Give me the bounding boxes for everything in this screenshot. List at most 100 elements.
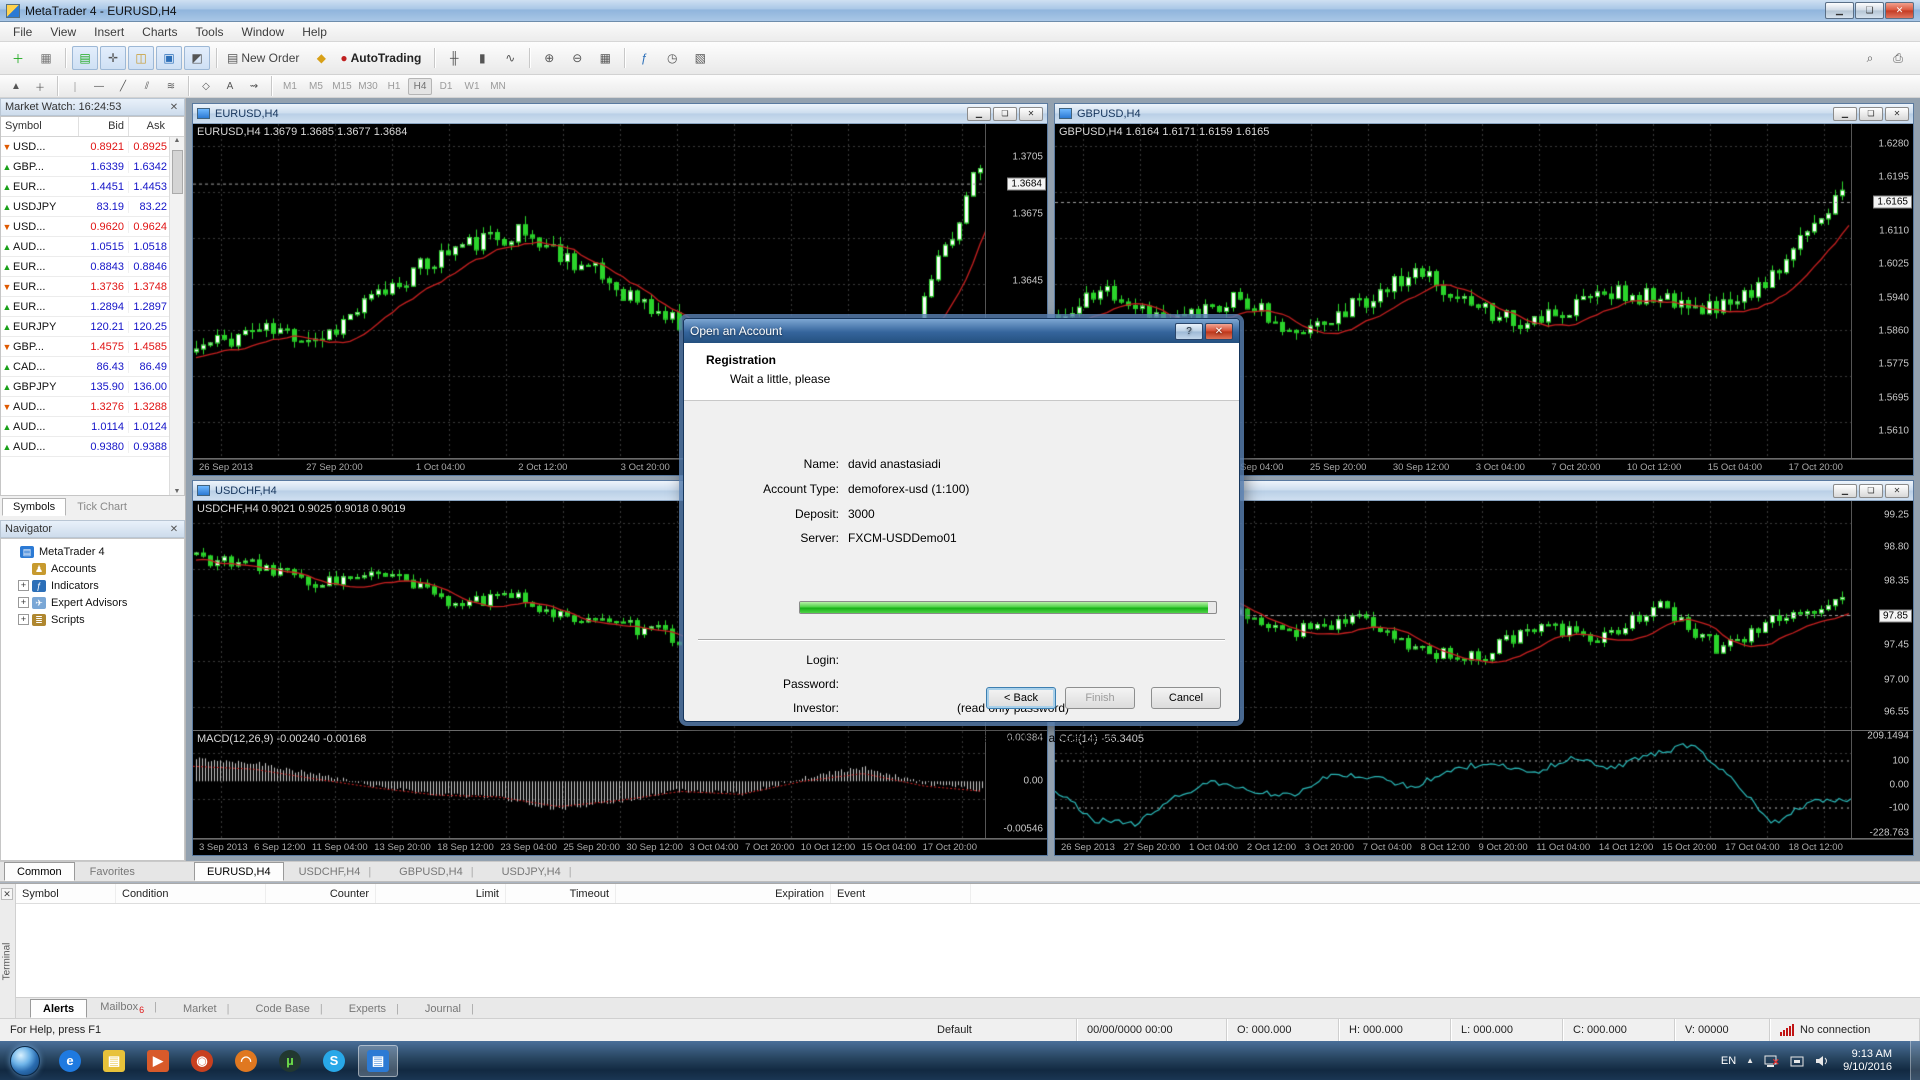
alerts-table-body[interactable] bbox=[16, 904, 1920, 997]
shapes-button[interactable]: ◇ bbox=[195, 77, 217, 95]
market-watch-close-icon[interactable]: ✕ bbox=[168, 102, 180, 113]
navigator-toggle-button[interactable]: ◫ bbox=[128, 46, 154, 70]
line-chart-mode-button[interactable]: ∿ bbox=[497, 46, 523, 70]
trendline-button[interactable]: ╱ bbox=[112, 77, 134, 95]
status-profile[interactable]: Default bbox=[927, 1019, 1077, 1041]
data-window-toggle-button[interactable]: ✛ bbox=[100, 46, 126, 70]
menu-item-file[interactable]: File bbox=[4, 23, 41, 41]
market-watch-row[interactable]: ▲EUR...0.88430.8846 bbox=[1, 257, 169, 277]
market-watch-row[interactable]: ▲AUD...0.93800.9388 bbox=[1, 437, 169, 457]
taskbar-icon-skype[interactable]: S bbox=[314, 1045, 354, 1077]
market-watch-tab-symbols[interactable]: Symbols bbox=[2, 498, 66, 516]
taskbar-icon-media-app[interactable]: ▶ bbox=[138, 1045, 178, 1077]
chart-close-button[interactable]: ✕ bbox=[1019, 107, 1043, 121]
chart-restore-button[interactable]: ❏ bbox=[1859, 484, 1883, 498]
column-symbol[interactable]: Symbol bbox=[1, 117, 79, 136]
market-watch-row[interactable]: ▲EURJPY120.21120.25 bbox=[1, 317, 169, 337]
terminal-toggle-button[interactable]: ▣ bbox=[156, 46, 182, 70]
autotrading-button[interactable]: ●AutoTrading bbox=[336, 46, 428, 70]
new-chart-button[interactable]: ＋ bbox=[5, 46, 31, 70]
navigator-item-scripts[interactable]: +≣Scripts bbox=[3, 611, 182, 628]
indicators-list-button[interactable]: ƒ bbox=[631, 46, 657, 70]
vertical-line-button[interactable]: ｜ bbox=[64, 77, 86, 95]
navigator-item-accounts[interactable]: ♟Accounts bbox=[3, 560, 182, 577]
zoom-out-button[interactable]: ⊖ bbox=[564, 46, 590, 70]
text-label-button[interactable]: A bbox=[219, 77, 241, 95]
menu-item-help[interactable]: Help bbox=[293, 23, 336, 41]
dialog-help-button[interactable]: ? bbox=[1175, 323, 1203, 340]
market-watch-row[interactable]: ▲GBPJPY135.90136.00 bbox=[1, 377, 169, 397]
navigator-close-icon[interactable]: ✕ bbox=[168, 524, 180, 535]
terminal-column-limit[interactable]: Limit bbox=[376, 884, 506, 903]
market-watch-row[interactable]: ▲EUR...1.28941.2897 bbox=[1, 297, 169, 317]
profiles-button[interactable]: ▦ bbox=[33, 46, 59, 70]
timeframe-h1[interactable]: H1 bbox=[382, 78, 406, 95]
navigator-tab-favorites[interactable]: Favorites bbox=[77, 862, 148, 881]
timeframe-w1[interactable]: W1 bbox=[460, 78, 484, 95]
menu-item-charts[interactable]: Charts bbox=[133, 23, 186, 41]
terminal-close-icon[interactable]: ✕ bbox=[1, 888, 13, 900]
finish-button[interactable]: Finish bbox=[1065, 687, 1135, 709]
market-watch-row[interactable]: ▼AUD...1.32761.3288 bbox=[1, 397, 169, 417]
timeframe-m5[interactable]: M5 bbox=[304, 78, 328, 95]
zoom-in-button[interactable]: ⊕ bbox=[536, 46, 562, 70]
indicator-pane-cci[interactable]: CCI(14) -56.3405209.14941000.00-100-228.… bbox=[1055, 731, 1913, 839]
terminal-tab-code-base[interactable]: Code Base| bbox=[242, 999, 335, 1018]
terminal-column-counter[interactable]: Counter bbox=[266, 884, 376, 903]
status-connection[interactable]: No connection bbox=[1770, 1019, 1920, 1041]
chart-minimize-button[interactable]: ▁ bbox=[1833, 107, 1857, 121]
chart-window-title-bar[interactable]: GBPUSD,H4▁❏✕ bbox=[1055, 104, 1913, 124]
terminal-tab-alerts[interactable]: Alerts bbox=[30, 999, 87, 1018]
market-watch-row[interactable]: ▲EUR...1.44511.4453 bbox=[1, 177, 169, 197]
dialog-title-bar[interactable]: Open an Account ? ✕ bbox=[684, 319, 1239, 343]
navigator-item-expert-advisors[interactable]: +✈Expert Advisors bbox=[3, 594, 182, 611]
chart-restore-button[interactable]: ❏ bbox=[993, 107, 1017, 121]
back-button[interactable]: < Back bbox=[986, 687, 1056, 709]
navigator-item-metatrader-4[interactable]: ▤MetaTrader 4 bbox=[3, 543, 182, 560]
cancel-button[interactable]: Cancel bbox=[1151, 687, 1221, 709]
market-watch-row[interactable]: ▼EUR...1.37361.3748 bbox=[1, 277, 169, 297]
horizontal-line-button[interactable]: — bbox=[88, 77, 110, 95]
timeframe-m30[interactable]: M30 bbox=[356, 78, 380, 95]
new-order-button[interactable]: ▤New Order bbox=[223, 46, 306, 70]
network-error-icon[interactable]: ✕ bbox=[1764, 1054, 1780, 1068]
market-watch-row[interactable]: ▲AUD...1.01141.0124 bbox=[1, 417, 169, 437]
minimize-button[interactable]: ▁ bbox=[1825, 2, 1854, 19]
terminal-column-condition[interactable]: Condition bbox=[116, 884, 266, 903]
close-button[interactable]: ✕ bbox=[1885, 2, 1914, 19]
navigator-item-indicators[interactable]: +ƒIndicators bbox=[3, 577, 182, 594]
action-center-icon[interactable] bbox=[1789, 1054, 1805, 1068]
terminal-column-event[interactable]: Event bbox=[831, 884, 971, 903]
column-bid[interactable]: Bid bbox=[79, 117, 129, 136]
candlestick-mode-button[interactable]: ▮ bbox=[469, 46, 495, 70]
chart-tab-gbpusd-h4[interactable]: GBPUSD,H4| bbox=[386, 862, 486, 881]
market-watch-row[interactable]: ▼GBP...1.45751.4585 bbox=[1, 337, 169, 357]
periods-button[interactable]: ◷ bbox=[659, 46, 685, 70]
bar-chart-mode-button[interactable]: ╫ bbox=[441, 46, 467, 70]
terminal-tab-mailbox[interactable]: Mailbox6| bbox=[87, 997, 170, 1018]
terminal-column-timeout[interactable]: Timeout bbox=[506, 884, 616, 903]
menu-item-window[interactable]: Window bbox=[233, 23, 294, 41]
taskbar-icon-internet-explorer[interactable]: e bbox=[50, 1045, 90, 1077]
chart-close-button[interactable]: ✕ bbox=[1885, 107, 1909, 121]
taskbar-icon-utorrent[interactable]: µ bbox=[270, 1045, 310, 1077]
templates-button[interactable]: ▧ bbox=[687, 46, 713, 70]
crosshair-button[interactable]: ＋ bbox=[29, 77, 51, 95]
market-watch-row[interactable]: ▼USD...0.96200.9624 bbox=[1, 217, 169, 237]
chart-restore-button[interactable]: ❏ bbox=[1859, 107, 1883, 121]
market-watch-row[interactable]: ▲AUD...1.05151.0518 bbox=[1, 237, 169, 257]
tray-expand-icon[interactable]: ▲ bbox=[1746, 1056, 1754, 1065]
tree-expand-icon[interactable]: + bbox=[18, 614, 29, 625]
market-watch-row[interactable]: ▲USDJPY83.1983.22 bbox=[1, 197, 169, 217]
chart-window-title-bar[interactable]: EURUSD,H4▁❏✕ bbox=[193, 104, 1047, 124]
chart-tab-usdchf-h4[interactable]: USDCHF,H4| bbox=[286, 862, 385, 881]
dialog-close-button[interactable]: ✕ bbox=[1205, 323, 1233, 340]
language-indicator[interactable]: EN bbox=[1721, 1055, 1736, 1067]
equidistant-channel-button[interactable]: ⫽ bbox=[136, 77, 158, 95]
taskbar-clock[interactable]: 9:13 AM 9/10/2016 bbox=[1843, 1048, 1892, 1074]
chart-tab-eurusd-h4[interactable]: EURUSD,H4 bbox=[194, 862, 284, 881]
timeframe-m15[interactable]: M15 bbox=[330, 78, 354, 95]
market-watch-row[interactable]: ▼USD...0.89210.8925 bbox=[1, 137, 169, 157]
tree-expand-icon[interactable]: + bbox=[18, 597, 29, 608]
timeframe-h4[interactable]: H4 bbox=[408, 78, 432, 95]
